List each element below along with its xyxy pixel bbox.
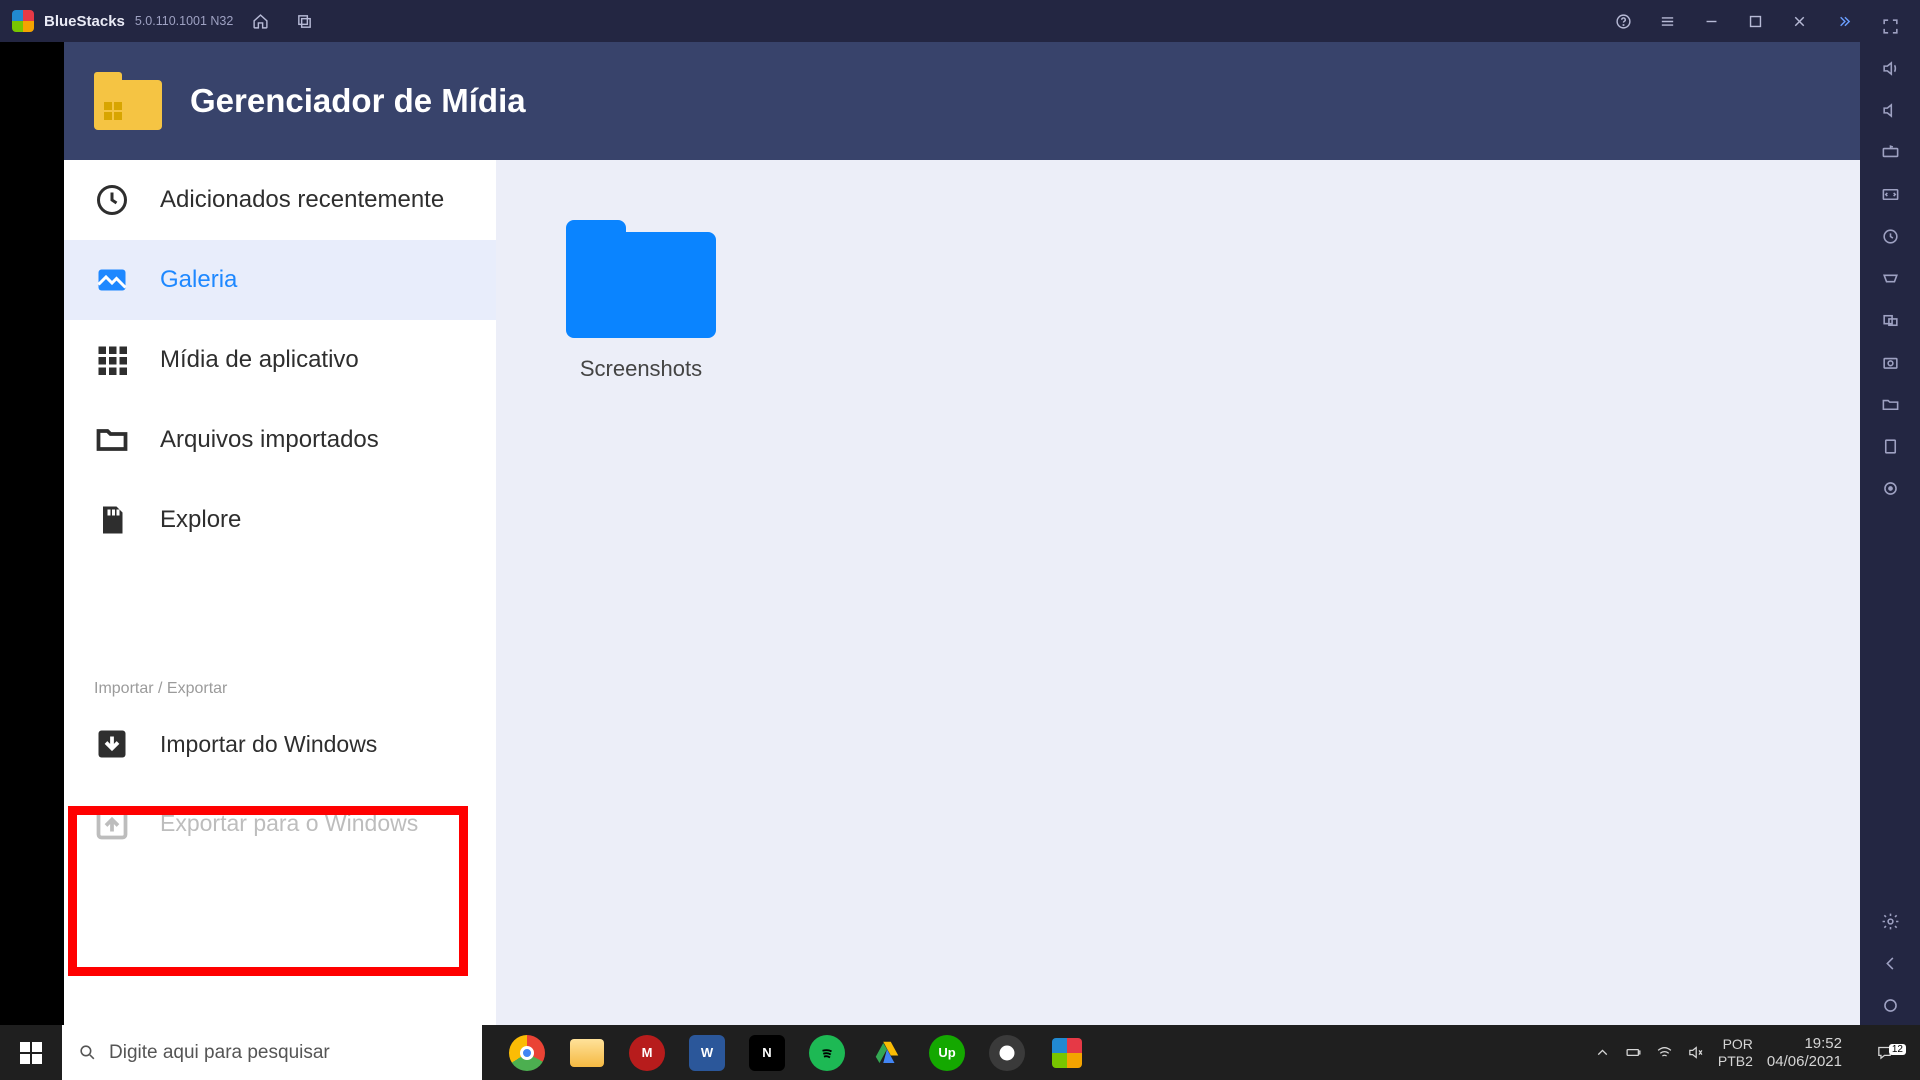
minimize-button[interactable] bbox=[1694, 0, 1728, 42]
taskbar-search-placeholder: Digite aqui para pesquisar bbox=[109, 1042, 330, 1064]
nav-recent-label: Adicionados recentemente bbox=[160, 186, 444, 215]
nav-app-media[interactable]: Mídia de aplicativo bbox=[64, 320, 496, 400]
folder-outline-icon bbox=[94, 422, 130, 458]
gallery-content: Screenshots bbox=[496, 160, 1860, 1025]
sync-icon[interactable] bbox=[1860, 174, 1920, 214]
taskbar-spotify[interactable] bbox=[798, 1025, 856, 1080]
tray-language[interactable]: POR PTB2 bbox=[1718, 1036, 1753, 1070]
screenshot-icon[interactable] bbox=[1860, 342, 1920, 382]
folder-screenshots[interactable]: Screenshots bbox=[566, 220, 716, 382]
media-manager-window: Gerenciador de Mídia Adicionados recente… bbox=[64, 42, 1860, 1025]
search-icon bbox=[78, 1043, 97, 1062]
taskbar-bluestacks[interactable] bbox=[1038, 1025, 1096, 1080]
collapse-sidebar-button[interactable] bbox=[1826, 0, 1860, 42]
windows-taskbar: Digite aqui para pesquisar M W N Up POR … bbox=[0, 1025, 1920, 1080]
tray-wifi-icon[interactable] bbox=[1656, 1044, 1673, 1061]
clock-icon bbox=[94, 182, 130, 218]
tray-clock[interactable]: 19:52 04/06/2021 bbox=[1767, 1035, 1842, 1071]
close-button[interactable] bbox=[1782, 0, 1816, 42]
nav-gallery[interactable]: Galeria bbox=[64, 240, 496, 320]
nav-explore-label: Explore bbox=[160, 506, 241, 534]
bluestacks-version: 5.0.110.1001 N32 bbox=[135, 14, 233, 28]
media-manager-folder-icon bbox=[94, 72, 162, 130]
nav-app-media-label: Mídia de aplicativo bbox=[160, 346, 359, 374]
taskbar-drive[interactable] bbox=[858, 1025, 916, 1080]
tray-expand-icon[interactable] bbox=[1594, 1044, 1611, 1061]
hamburger-menu-button[interactable] bbox=[1650, 0, 1684, 42]
export-to-windows-label: Exportar para o Windows bbox=[160, 810, 418, 838]
tray-notifications[interactable]: 12 bbox=[1856, 1044, 1912, 1061]
tray-volume-muted-icon[interactable] bbox=[1687, 1044, 1704, 1061]
nav-recent[interactable]: Adicionados recentemente bbox=[64, 160, 496, 240]
taskbar-mendeley[interactable]: M bbox=[618, 1025, 676, 1080]
import-icon bbox=[94, 726, 130, 762]
taskbar-search[interactable]: Digite aqui para pesquisar bbox=[62, 1025, 482, 1080]
recent-apps-button[interactable] bbox=[287, 0, 321, 42]
bluestacks-titlebar: BlueStacks 5.0.110.1001 N32 bbox=[0, 0, 1860, 42]
taskbar-notion[interactable]: N bbox=[738, 1025, 796, 1080]
settings-icon[interactable] bbox=[1860, 901, 1920, 941]
bluestacks-logo-icon bbox=[12, 10, 34, 32]
bluestacks-app-name: BlueStacks bbox=[44, 13, 125, 30]
taskbar-xbox[interactable] bbox=[978, 1025, 1036, 1080]
export-icon bbox=[94, 806, 130, 842]
taskbar-explorer[interactable] bbox=[558, 1025, 616, 1080]
gallery-icon bbox=[94, 262, 130, 298]
import-from-windows-label: Importar do Windows bbox=[160, 731, 377, 758]
taskbar-chrome[interactable] bbox=[498, 1025, 556, 1080]
volume-up-icon[interactable] bbox=[1860, 48, 1920, 88]
nav-imported-label: Arquivos importados bbox=[160, 426, 379, 454]
help-button[interactable] bbox=[1606, 0, 1640, 42]
start-button[interactable] bbox=[0, 1025, 62, 1080]
home-button[interactable] bbox=[243, 0, 277, 42]
media-folder-icon[interactable] bbox=[1860, 384, 1920, 424]
rotate-icon[interactable] bbox=[1860, 426, 1920, 466]
sdcard-icon bbox=[94, 502, 130, 538]
macro-icon[interactable] bbox=[1860, 258, 1920, 298]
windows-logo-icon bbox=[20, 1042, 42, 1064]
back-icon[interactable] bbox=[1860, 943, 1920, 983]
import-from-windows[interactable]: Importar do Windows bbox=[64, 704, 496, 784]
media-manager-header: Gerenciador de Mídia bbox=[64, 42, 1860, 160]
android-home-icon[interactable] bbox=[1860, 985, 1920, 1025]
nav-explore[interactable]: Explore bbox=[64, 480, 496, 560]
grid-icon bbox=[94, 342, 130, 378]
folder-icon bbox=[566, 220, 716, 338]
folder-screenshots-label: Screenshots bbox=[566, 356, 716, 382]
taskbar-apps: M W N Up bbox=[498, 1025, 1096, 1080]
fullscreen-icon[interactable] bbox=[1860, 6, 1920, 46]
bluestacks-sidebar bbox=[1860, 0, 1920, 1025]
system-tray: POR PTB2 19:52 04/06/2021 12 bbox=[1594, 1025, 1920, 1080]
import-export-header: Importar / Exportar bbox=[64, 670, 496, 704]
clock-icon[interactable] bbox=[1860, 216, 1920, 256]
nav-gallery-label: Galeria bbox=[160, 266, 237, 294]
taskbar-word[interactable]: W bbox=[678, 1025, 736, 1080]
taskbar-upwork[interactable]: Up bbox=[918, 1025, 976, 1080]
notif-count: 12 bbox=[1889, 1044, 1906, 1055]
media-manager-title: Gerenciador de Mídia bbox=[190, 82, 526, 120]
volume-down-icon[interactable] bbox=[1860, 90, 1920, 130]
tray-battery-icon[interactable] bbox=[1625, 1044, 1642, 1061]
keyboard-controls-icon[interactable] bbox=[1860, 132, 1920, 172]
media-manager-sidebar: Adicionados recentemente Galeria Mídia d… bbox=[64, 160, 496, 1025]
export-to-windows[interactable]: Exportar para o Windows bbox=[64, 784, 496, 864]
left-black-bar bbox=[0, 42, 64, 1025]
maximize-button[interactable] bbox=[1738, 0, 1772, 42]
nav-imported[interactable]: Arquivos importados bbox=[64, 400, 496, 480]
multi-instance-icon[interactable] bbox=[1860, 300, 1920, 340]
location-icon[interactable] bbox=[1860, 468, 1920, 508]
